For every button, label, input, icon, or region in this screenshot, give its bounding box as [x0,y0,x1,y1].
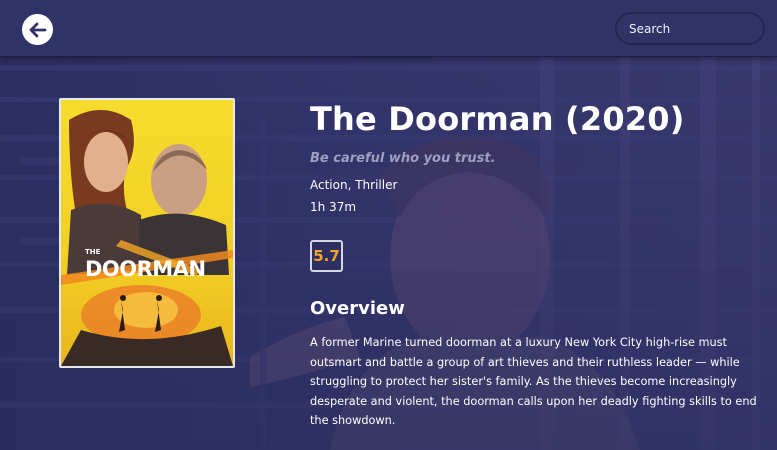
search-input[interactable] [615,12,765,45]
arrow-left-icon [29,22,46,37]
movie-poster: THE DOORMAN [59,98,235,368]
overview-heading: Overview [310,298,405,319]
movie-detail-page: THE DOORMAN The Doorman (2020) Be carefu… [0,0,777,450]
movie-title: The Doorman (2020) [310,100,685,138]
top-bar [0,0,777,57]
movie-tagline: Be careful who you trust. [310,151,496,166]
movie-runtime: 1h 37m [310,200,357,214]
back-button[interactable] [22,14,53,45]
svg-text:DOORMAN: DOORMAN [85,257,206,281]
overview-text: A former Marine turned doorman at a luxu… [310,336,757,427]
movie-genres: Action, Thriller [310,178,398,192]
rating-badge: 5.7 [310,240,343,272]
svg-text:THE: THE [85,248,101,256]
